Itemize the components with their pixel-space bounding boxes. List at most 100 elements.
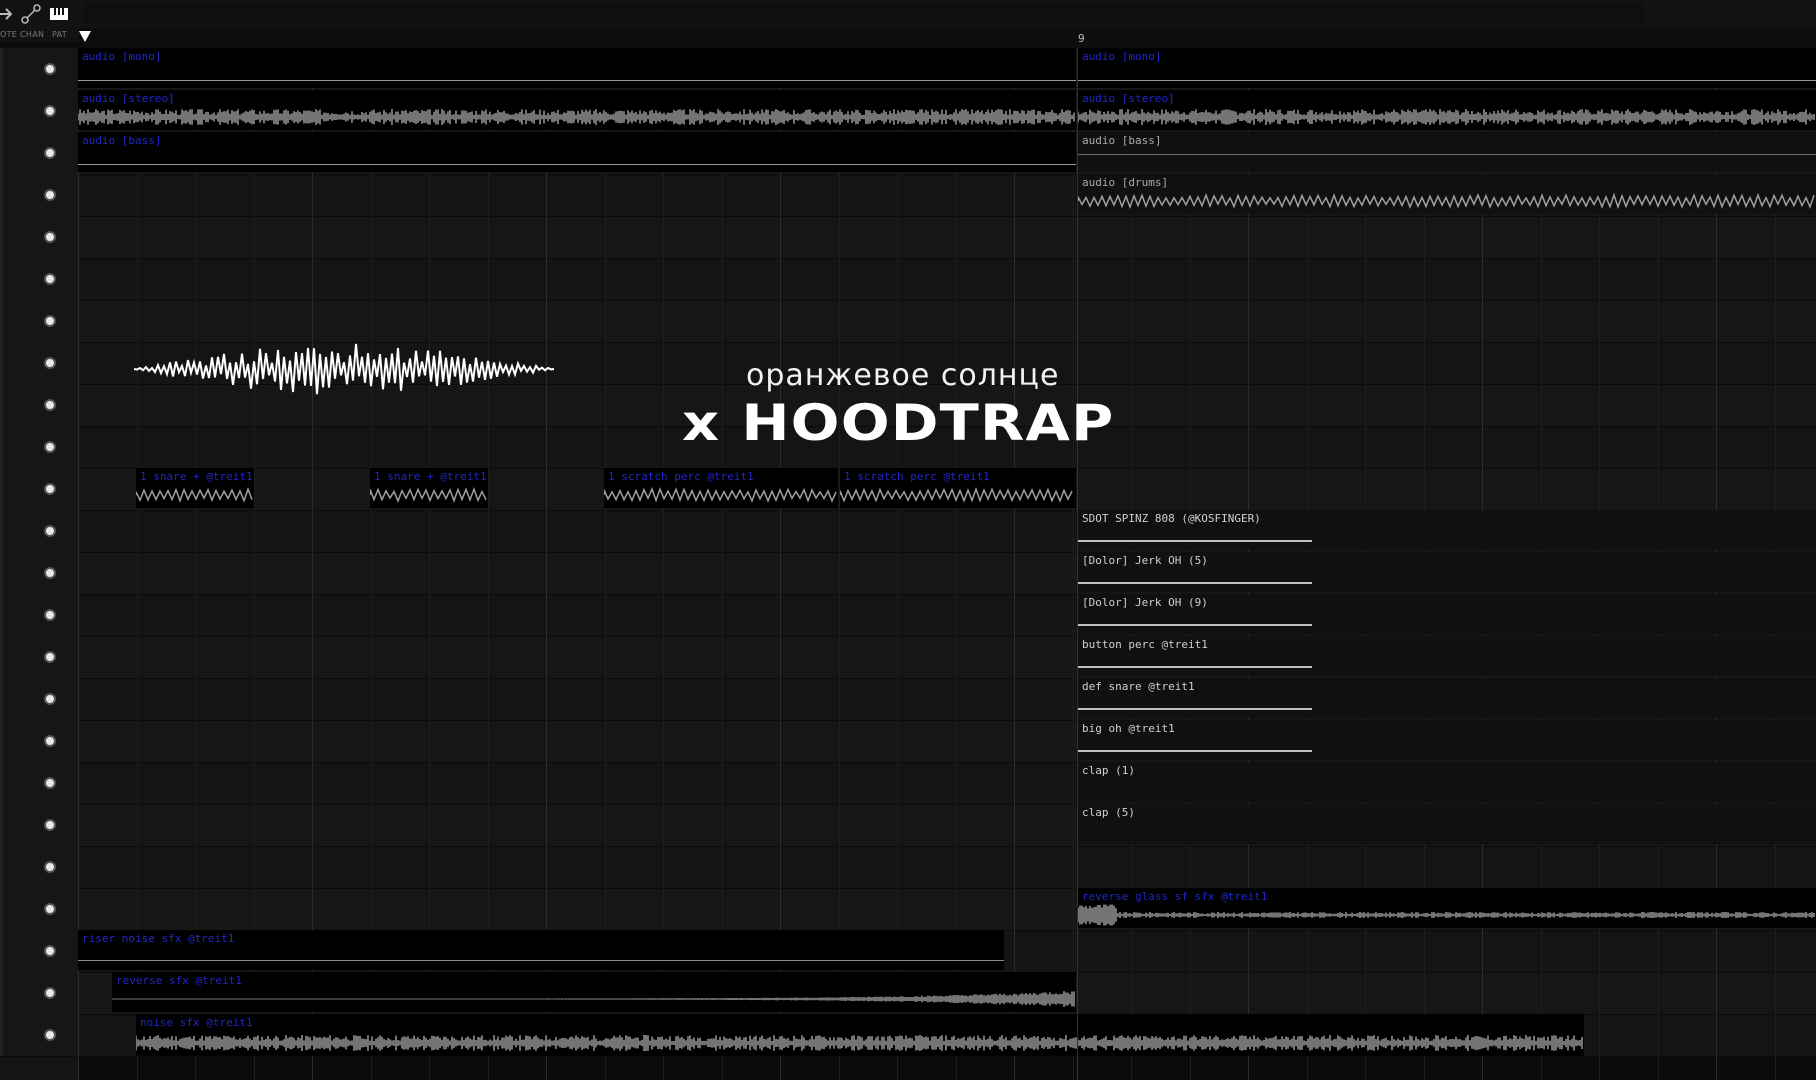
track-header[interactable]: [0, 510, 78, 553]
mute-toggle[interactable]: [44, 357, 56, 369]
audio-clip[interactable]: 1 scratch perc @treit1: [604, 468, 838, 508]
track-header[interactable]: [0, 972, 78, 1015]
audio-clip[interactable]: noise sfx @treit1: [136, 1014, 1584, 1056]
audio-clip[interactable]: audio [mono]: [78, 48, 1076, 88]
mute-toggle[interactable]: [44, 105, 56, 117]
track-header[interactable]: [0, 426, 78, 469]
clip-title: def snare @treit1: [1082, 680, 1195, 693]
mute-toggle[interactable]: [44, 651, 56, 663]
track-header[interactable]: [0, 594, 78, 637]
pattern-clip[interactable]: def snare @treit1: [1078, 678, 1816, 718]
track-header[interactable]: [0, 762, 78, 805]
mute-toggle[interactable]: [44, 273, 56, 285]
playhead-icon[interactable]: [78, 30, 92, 44]
chan-label[interactable]: CHAN: [20, 30, 44, 39]
track-header[interactable]: [0, 90, 78, 133]
track-header[interactable]: [0, 846, 78, 889]
audio-clip[interactable]: 1 snare + @treit1: [370, 468, 488, 508]
track-header[interactable]: [0, 132, 78, 175]
track-header[interactable]: [0, 174, 78, 217]
pat-label[interactable]: PAT: [52, 30, 67, 39]
track-header[interactable]: [0, 258, 78, 301]
playlist-track-lane[interactable]: [78, 258, 1816, 301]
audio-clip[interactable]: audio [mono]: [1078, 48, 1816, 88]
mute-toggle[interactable]: [44, 483, 56, 495]
muted-audio-clip[interactable]: audio [bass]: [1078, 132, 1816, 172]
mute-toggle[interactable]: [44, 987, 56, 999]
grid-line: [78, 48, 79, 1080]
playlist-track-lane[interactable]: [78, 426, 1816, 469]
pattern-clip[interactable]: button perc @treit1: [1078, 636, 1816, 676]
mute-toggle[interactable]: [44, 315, 56, 327]
track-header[interactable]: [0, 216, 78, 259]
clip-title: audio [bass]: [82, 134, 162, 147]
mute-toggle[interactable]: [44, 903, 56, 915]
mute-toggle[interactable]: [44, 525, 56, 537]
mute-toggle[interactable]: [44, 231, 56, 243]
playlist-grid[interactable]: audio [mono] audio [mono] audio [stereo]…: [78, 48, 1816, 1080]
pattern-clip[interactable]: clap (1): [1078, 762, 1816, 802]
mute-toggle[interactable]: [44, 63, 56, 75]
mute-toggle[interactable]: [44, 399, 56, 411]
pattern-clip[interactable]: clap (5): [1078, 804, 1816, 844]
mute-toggle[interactable]: [44, 735, 56, 747]
mute-toggle[interactable]: [44, 147, 56, 159]
mute-toggle[interactable]: [44, 819, 56, 831]
track-header[interactable]: [0, 678, 78, 721]
arrow-icon[interactable]: [0, 3, 14, 25]
track-header[interactable]: [0, 804, 78, 847]
link-icon[interactable]: [20, 3, 42, 25]
playlist-track-lane[interactable]: [78, 846, 1816, 889]
pattern-clip[interactable]: [Dolor] Jerk OH (5): [1078, 552, 1816, 592]
track-header[interactable]: [0, 930, 78, 973]
audio-clip[interactable]: audio [stereo]: [1078, 90, 1816, 130]
audio-clip[interactable]: 1 scratch perc @treit1: [840, 468, 1076, 508]
muted-audio-clip[interactable]: audio [drums]: [1078, 174, 1816, 214]
track-header[interactable]: [0, 720, 78, 763]
mute-toggle[interactable]: [44, 567, 56, 579]
clip-waveform: [78, 109, 1075, 125]
track-header[interactable]: [0, 636, 78, 679]
clip-title: audio [stereo]: [82, 92, 175, 105]
track-header[interactable]: [0, 48, 78, 91]
track-header[interactable]: [0, 1014, 78, 1057]
mute-toggle[interactable]: [44, 693, 56, 705]
mute-toggle[interactable]: [44, 189, 56, 201]
note-label[interactable]: OTE: [0, 30, 17, 39]
audio-clip[interactable]: reverse glass sf sfx @treit1: [1078, 888, 1816, 928]
playlist-track-lane[interactable]: [78, 300, 1816, 343]
grid-line: [1073, 48, 1074, 1080]
mute-toggle[interactable]: [44, 861, 56, 873]
track-header[interactable]: [0, 300, 78, 343]
playlist-track-lane[interactable]: [78, 216, 1816, 259]
track-header[interactable]: [0, 552, 78, 595]
clip-title: noise sfx @treit1: [140, 1016, 253, 1029]
timeline-ruler[interactable]: 9: [78, 28, 1816, 48]
audio-clip[interactable]: 1 snare + @treit1: [136, 468, 254, 508]
audio-clip[interactable]: riser noise sfx @treit1: [78, 930, 1004, 970]
audio-clip[interactable]: audio [stereo]: [78, 90, 1076, 130]
track-header[interactable]: [0, 384, 78, 427]
piano-icon[interactable]: [48, 3, 70, 25]
pattern-clip[interactable]: big oh @treit1: [1078, 720, 1816, 760]
clip-waveform: [78, 164, 1076, 165]
grid-line: [546, 48, 547, 1080]
clip-title: 1 snare + @treit1: [374, 470, 487, 483]
track-header[interactable]: [0, 468, 78, 511]
playlist-track-lane[interactable]: [78, 342, 1816, 385]
pattern-clip[interactable]: SDOT SPINZ 808 (@KOSFINGER): [1078, 510, 1816, 550]
track-color-strip: [0, 426, 3, 467]
mute-toggle[interactable]: [44, 441, 56, 453]
top-scrollbar[interactable]: [84, 2, 1644, 24]
mute-toggle[interactable]: [44, 777, 56, 789]
clip-title: button perc @treit1: [1082, 638, 1208, 651]
playlist-track-lane[interactable]: [78, 384, 1816, 427]
mute-toggle[interactable]: [44, 1029, 56, 1041]
audio-clip[interactable]: audio [bass]: [78, 132, 1076, 172]
mute-toggle[interactable]: [44, 609, 56, 621]
mute-toggle[interactable]: [44, 945, 56, 957]
audio-clip[interactable]: reverse sfx @treit1: [112, 972, 1076, 1012]
track-header[interactable]: [0, 342, 78, 385]
pattern-clip[interactable]: [Dolor] Jerk OH (9): [1078, 594, 1816, 634]
track-header[interactable]: [0, 888, 78, 931]
